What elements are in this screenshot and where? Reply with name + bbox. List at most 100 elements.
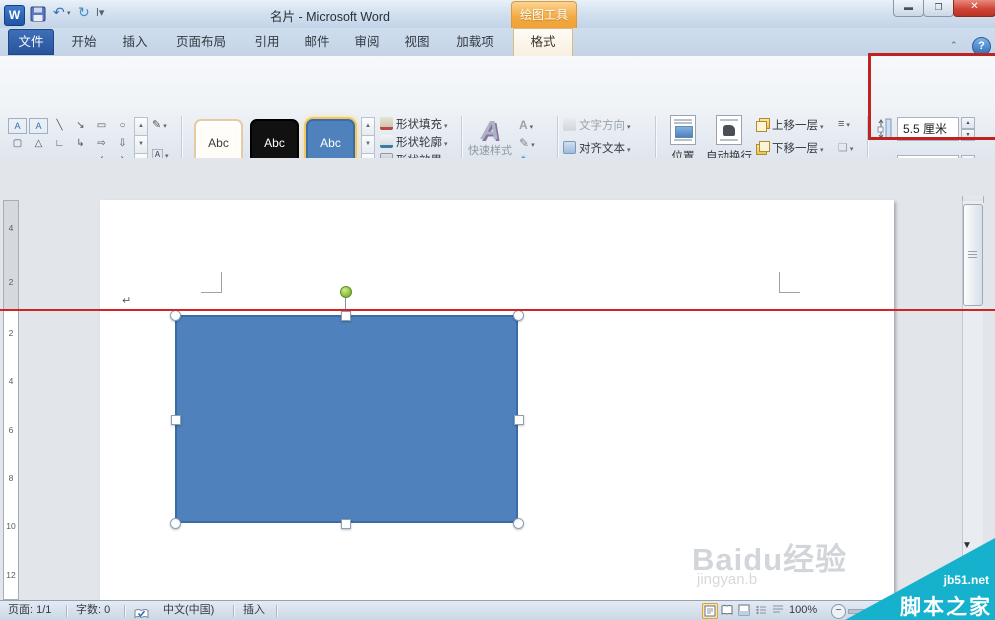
zoom-level[interactable]: 100% bbox=[789, 601, 817, 620]
page-indicator[interactable]: 页面: 1/1 bbox=[8, 601, 51, 620]
jingyan-watermark: jingyan.b bbox=[697, 571, 757, 588]
tab-format-active[interactable]: 格式 bbox=[513, 28, 573, 56]
vruler-numbers-mid: 24681012 bbox=[4, 309, 18, 599]
fullscreen-reading-view-button[interactable] bbox=[719, 603, 735, 619]
gallery-down-icon[interactable]: ▼ bbox=[134, 135, 148, 153]
elbow-arrow-connector-icon[interactable]: ↳ bbox=[70, 135, 91, 153]
bring-forward-button[interactable]: 上移一层▾ bbox=[756, 118, 824, 135]
edit-shape-button[interactable]: ✎▾ bbox=[152, 118, 167, 131]
resize-handle-left[interactable] bbox=[171, 415, 181, 425]
word-count[interactable]: 字数: 0 bbox=[76, 601, 110, 620]
resize-handle-bottom-left[interactable] bbox=[170, 518, 181, 529]
send-backward-icon bbox=[756, 141, 769, 154]
text-direction-icon bbox=[563, 118, 576, 131]
align-text-icon bbox=[563, 141, 576, 154]
shape-outline-button[interactable]: 形状轮廓▾ bbox=[380, 135, 448, 152]
tab-view[interactable]: 视图 bbox=[394, 29, 440, 55]
red-annotation-line bbox=[0, 309, 995, 311]
oval-icon[interactable]: ○ bbox=[112, 117, 133, 135]
ruler-number: 2 bbox=[4, 309, 18, 357]
rotation-handle[interactable] bbox=[340, 286, 352, 298]
gallery-up-icon[interactable]: ▲ bbox=[361, 117, 375, 135]
status-separator bbox=[233, 605, 234, 617]
tab-review[interactable]: 审阅 bbox=[344, 29, 390, 55]
wordart-letter-icon: A bbox=[466, 115, 514, 145]
tab-page-layout[interactable]: 页面布局 bbox=[162, 29, 240, 55]
ruler-number: 2 bbox=[4, 255, 18, 309]
vertical-text-box-icon[interactable]: A bbox=[29, 118, 48, 134]
close-button[interactable]: ✕ bbox=[953, 0, 995, 17]
scroll-down-icon[interactable]: ▼ bbox=[962, 540, 972, 551]
minimize-button[interactable]: ▬ bbox=[893, 0, 924, 17]
align-objects-button[interactable]: ≡▾ bbox=[838, 118, 850, 130]
print-layout-view-button[interactable] bbox=[702, 603, 718, 619]
group-objects-button[interactable]: ❏▾ bbox=[838, 141, 853, 154]
vruler-numbers-top: 42 bbox=[4, 201, 18, 309]
draft-view-button[interactable] bbox=[770, 603, 786, 619]
crop-mark-top-right bbox=[779, 272, 780, 293]
restore-button[interactable]: ❐ bbox=[923, 0, 954, 17]
tab-insert[interactable]: 插入 bbox=[112, 29, 158, 55]
tab-references[interactable]: 引用 bbox=[244, 29, 290, 55]
ruler-number: 10 bbox=[4, 502, 18, 550]
text-fill-button[interactable]: A▾ bbox=[519, 117, 551, 134]
language-indicator[interactable]: 中文(中国) bbox=[163, 601, 214, 620]
line-icon[interactable]: ╲ bbox=[49, 117, 70, 135]
crop-mark-top-right bbox=[779, 292, 800, 293]
height-increase-icon[interactable]: ▲ bbox=[961, 117, 975, 129]
tab-file[interactable]: 文件 bbox=[8, 29, 54, 55]
ruler-number: 4 bbox=[4, 201, 18, 255]
ruler-number: 6 bbox=[4, 406, 18, 454]
crop-mark-top-left bbox=[201, 292, 222, 293]
arrow-icon[interactable]: ↘ bbox=[70, 117, 91, 135]
web-layout-view-button[interactable] bbox=[736, 603, 752, 619]
tab-mailings[interactable]: 邮件 bbox=[294, 29, 340, 55]
height-decrease-icon[interactable]: ▼ bbox=[961, 129, 975, 141]
insert-mode-indicator[interactable]: 插入 bbox=[243, 601, 265, 620]
paragraph-mark: ↵ bbox=[122, 294, 131, 307]
outline-view-button[interactable] bbox=[753, 603, 769, 619]
word-window: W ↶ ▾ ↻ ǀ▾ 名片 - Microsoft Word 绘图工具 ▬ ❐ … bbox=[0, 0, 995, 620]
rounded-rectangle-icon[interactable]: ▢ bbox=[7, 135, 28, 153]
shape-height-input[interactable]: 5.5 厘米 bbox=[897, 117, 959, 141]
help-icon[interactable]: ? bbox=[972, 37, 991, 56]
rectangle-icon[interactable]: ▭ bbox=[91, 117, 112, 135]
wrap-text-icon bbox=[716, 115, 742, 145]
send-backward-button[interactable]: 下移一层▾ bbox=[756, 141, 824, 158]
ribbon: AA╲↘▭○▢△∟↳⇨⇩☁∿(~{} ▲ ▼ ▼ ✎▾ 🄰▾ 插入形状 Abc … bbox=[0, 56, 995, 160]
scrollbar-grip bbox=[968, 251, 977, 258]
gallery-down-icon[interactable]: ▼ bbox=[361, 135, 375, 153]
shape-height-icon bbox=[877, 117, 893, 141]
status-separator bbox=[66, 605, 67, 617]
tab-addins[interactable]: 加载项 bbox=[444, 29, 506, 55]
spellcheck-icon[interactable] bbox=[134, 605, 149, 620]
vertical-scrollbar-thumb[interactable] bbox=[963, 204, 983, 306]
outline-pencil-icon bbox=[380, 135, 393, 148]
bring-forward-icon bbox=[756, 118, 769, 131]
text-box-icon[interactable]: A bbox=[8, 118, 27, 134]
text-outline-button[interactable]: ✎▾ bbox=[519, 135, 551, 152]
resize-handle-right[interactable] bbox=[514, 415, 524, 425]
collapse-ribbon-icon[interactable]: ⌃ bbox=[950, 40, 958, 51]
elbow-connector-icon[interactable]: ∟ bbox=[49, 135, 70, 153]
isosceles-triangle-icon[interactable]: △ bbox=[28, 135, 49, 153]
resize-handle-top[interactable] bbox=[341, 311, 351, 321]
tab-home[interactable]: 开始 bbox=[60, 29, 108, 55]
align-text-button[interactable]: 对齐文本▾ bbox=[563, 141, 631, 158]
title-bar: W ↶ ▾ ↻ ǀ▾ 名片 - Microsoft Word 绘图工具 ▬ ❐ … bbox=[0, 0, 995, 28]
ruler-number: 12 bbox=[4, 551, 18, 599]
resize-handle-top-right[interactable] bbox=[513, 310, 524, 321]
zoom-out-icon[interactable]: − bbox=[831, 604, 846, 619]
fill-bucket-icon bbox=[380, 117, 393, 130]
resize-handle-top-left[interactable] bbox=[170, 310, 181, 321]
vertical-ruler[interactable]: 42 24681012 bbox=[3, 200, 19, 600]
down-arrow-icon[interactable]: ⇩ bbox=[112, 135, 133, 153]
text-direction-button[interactable]: 文字方向▾ bbox=[563, 118, 631, 135]
gallery-up-icon[interactable]: ▲ bbox=[134, 117, 148, 135]
ruler-number: 8 bbox=[4, 454, 18, 502]
right-arrow-icon[interactable]: ⇨ bbox=[91, 135, 112, 153]
resize-handle-bottom[interactable] bbox=[341, 519, 351, 529]
resize-handle-bottom-right[interactable] bbox=[513, 518, 524, 529]
rectangle-shape[interactable] bbox=[175, 315, 518, 523]
shape-fill-button[interactable]: 形状填充▾ bbox=[380, 117, 448, 134]
